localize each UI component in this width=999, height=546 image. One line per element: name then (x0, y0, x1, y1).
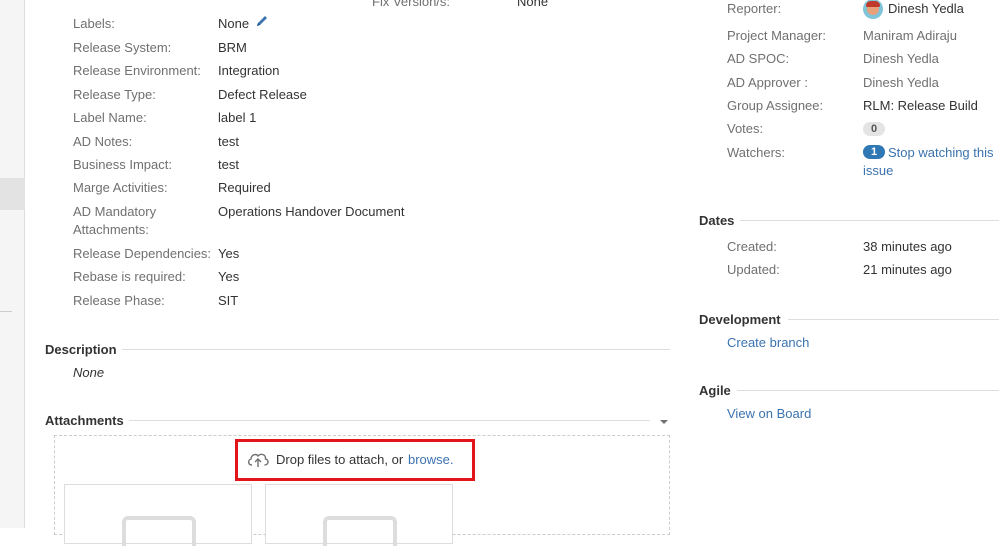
attachment-thumbnail[interactable] (265, 484, 453, 546)
field-label-attachments: Attachments: (73, 222, 149, 237)
development-divider (788, 319, 999, 320)
left-sidebar-rail (0, 0, 25, 528)
agile-heading[interactable]: Agile (699, 383, 731, 398)
field-value-business-impact[interactable]: test (218, 157, 239, 172)
field-label-business-impact: Business Impact: (73, 157, 172, 172)
ad-approver-label: AD Approver : (727, 75, 808, 90)
description-divider (122, 349, 670, 350)
field-value-ad-mandatory-attachments[interactable]: Operations Handover Document (218, 204, 404, 219)
attachments-divider (129, 420, 650, 421)
field-label-rebase-required: Rebase is required: (73, 269, 186, 284)
file-placeholder-icon (122, 516, 196, 546)
field-value-marge-activities[interactable]: Required (218, 180, 271, 195)
field-label-release-phase: Release Phase: (73, 293, 165, 308)
field-value-release-system[interactable]: BRM (218, 40, 247, 55)
left-sidebar-active-item[interactable] (0, 178, 25, 210)
file-placeholder-icon (323, 516, 397, 546)
field-label-ad-notes: AD Notes: (73, 134, 133, 149)
created-label: Created: (727, 239, 777, 254)
group-assignee-label: Group Assignee: (727, 98, 824, 113)
ad-spoc-label: AD SPOC: (727, 51, 790, 66)
field-value-release-environment[interactable]: Integration (218, 63, 279, 78)
annotation-highlight-box (235, 439, 475, 481)
field-label-release-type: Release Type: (73, 87, 156, 102)
stop-watching-link[interactable]: Stop watching this (888, 145, 994, 160)
field-value-release-phase[interactable]: SIT (218, 293, 238, 308)
agile-divider (737, 390, 999, 391)
votes-label: Votes: (727, 121, 764, 136)
dates-divider (740, 220, 999, 221)
dates-heading[interactable]: Dates (699, 213, 734, 228)
votes-count-badge[interactable]: 0 (863, 122, 885, 136)
field-label-marge-activities: Marge Activities: (73, 180, 168, 195)
field-value-release-type[interactable]: Defect Release (218, 87, 307, 102)
fix-version-label: Fix Version/s: (372, 0, 451, 9)
pencil-icon[interactable] (255, 14, 269, 31)
field-value-labels[interactable]: None (218, 16, 249, 31)
ad-spoc-value[interactable]: Dinesh Yedla (863, 51, 939, 66)
avatar[interactable] (863, 0, 883, 19)
ad-approver-value[interactable]: Dinesh Yedla (863, 75, 939, 90)
watchers-count-badge[interactable]: 1 (863, 145, 885, 159)
create-branch-link[interactable]: Create branch (727, 335, 809, 350)
chevron-down-icon[interactable] (660, 420, 668, 424)
stop-watching-link-cont[interactable]: issue (863, 163, 893, 178)
field-label-ad-mandatory: AD Mandatory (73, 204, 157, 219)
reporter-value[interactable]: Dinesh Yedla (888, 1, 964, 16)
fix-version-value: None (517, 0, 549, 9)
watchers-label: Watchers: (727, 145, 786, 160)
field-label-labels: Labels: (73, 16, 115, 31)
development-heading[interactable]: Development (699, 312, 781, 327)
description-heading[interactable]: Description (45, 342, 117, 357)
field-label-release-dependencies: Release Dependencies: (73, 246, 212, 261)
description-value[interactable]: None (73, 365, 104, 380)
group-assignee-value[interactable]: RLM: Release Build (863, 98, 978, 113)
field-label-label-name: Label Name: (73, 110, 147, 125)
field-label-release-system: Release System: (73, 40, 172, 55)
updated-label: Updated: (727, 262, 780, 277)
updated-value: 21 minutes ago (863, 262, 952, 277)
attachments-heading[interactable]: Attachments (45, 413, 124, 428)
view-on-board-link[interactable]: View on Board (727, 406, 811, 421)
field-value-ad-notes[interactable]: test (218, 134, 239, 149)
field-value-label-name[interactable]: label 1 (218, 110, 256, 125)
created-value: 38 minutes ago (863, 239, 952, 254)
attachment-thumbnail[interactable] (64, 484, 252, 546)
reporter-label: Reporter: (727, 1, 782, 16)
field-label-release-environment: Release Environment: (73, 63, 201, 78)
left-sidebar-divider (0, 311, 12, 312)
field-value-release-dependencies[interactable]: Yes (218, 246, 239, 261)
field-value-rebase-required[interactable]: Yes (218, 269, 239, 284)
project-manager-value[interactable]: Maniram Adiraju (863, 28, 957, 43)
project-manager-label: Project Manager: (727, 28, 826, 43)
